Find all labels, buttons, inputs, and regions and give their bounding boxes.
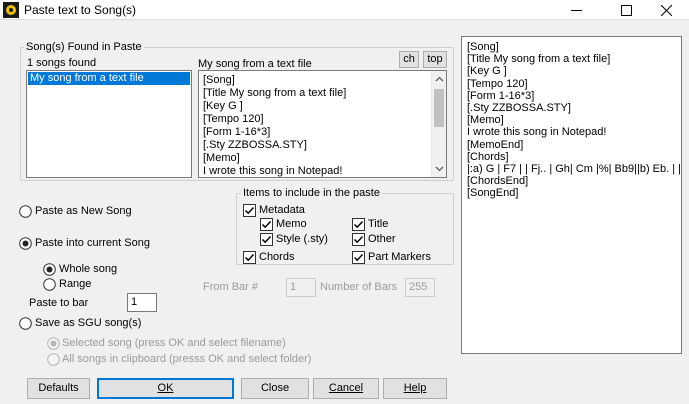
- help-button[interactable]: Help: [383, 378, 447, 399]
- defaults-button[interactable]: Defaults: [27, 378, 90, 399]
- text-line: [.Sty ZZBOSSA.STY]: [203, 139, 307, 151]
- maximize-button[interactable]: [604, 0, 649, 20]
- text-line: I wrote this song in Notepad!: [203, 165, 343, 177]
- text-line: [Tempo 120]: [467, 77, 528, 90]
- all-songs-label[interactable]: All songs in clipboard (presss OK and se…: [62, 353, 311, 366]
- text-line: [Key G ]: [203, 100, 243, 112]
- paste-new-song-label[interactable]: Paste as New Song: [35, 205, 132, 218]
- style-label[interactable]: Style (.sty): [276, 233, 328, 246]
- minimize-icon: [571, 10, 582, 11]
- all-songs-radio[interactable]: [47, 353, 60, 366]
- maximize-icon: [621, 5, 632, 16]
- preview-lines: [Song] [Title My song from a text file] [K…: [203, 74, 347, 177]
- range-radio[interactable]: [43, 278, 56, 291]
- songs-found-group-label: Song(s) Found in Paste: [24, 41, 144, 53]
- text-line: [ChordsEnd]: [467, 175, 529, 188]
- scroll-up-icon: [435, 76, 444, 82]
- text-line: [Title My song from a text file]: [203, 87, 347, 99]
- scroll-down-icon: [435, 166, 444, 172]
- save-sgu-label[interactable]: Save as SGU song(s): [35, 317, 141, 330]
- text-line: [Song]: [467, 41, 499, 53]
- preview-scrollbar[interactable]: [431, 71, 446, 177]
- text-line: [Form 1-16*3]: [203, 126, 271, 138]
- text-line: [Title My song from a text file]: [467, 53, 611, 66]
- text-line: [Key G ]: [467, 65, 507, 78]
- text-line: I wrote this song in Notepad!: [467, 126, 607, 139]
- selected-song-label[interactable]: Selected song (press OK and select filen…: [62, 337, 286, 350]
- app-icon: [3, 2, 19, 18]
- cancel-button[interactable]: Cancel: [313, 378, 379, 399]
- paste-current-song-radio[interactable]: [19, 237, 32, 250]
- text-line: [Memo]: [467, 114, 504, 127]
- paste-current-song-label[interactable]: Paste into current Song: [35, 237, 150, 250]
- whole-song-radio[interactable]: [43, 263, 56, 276]
- paste-to-bar-input[interactable]: 1: [127, 293, 157, 312]
- text-line: [Memo]: [203, 152, 240, 164]
- close-window-button[interactable]: [644, 0, 689, 20]
- range-label[interactable]: Range: [59, 278, 91, 291]
- full-paste-lines: [Song] [Title My song from a text file] [K…: [467, 41, 681, 200]
- preview-title: My song from a text file: [198, 58, 312, 70]
- metadata-checkbox[interactable]: [243, 204, 256, 217]
- number-of-bars-input[interactable]: 255: [405, 278, 435, 297]
- save-sgu-radio[interactable]: [19, 317, 32, 330]
- text-line: [.Sty ZZBOSSA.STY]: [467, 102, 571, 115]
- chords-checkbox[interactable]: [243, 251, 256, 264]
- other-label[interactable]: Other: [368, 233, 396, 246]
- song-preview-textbox[interactable]: [Song] [Title My song from a text file] [K…: [198, 70, 447, 178]
- text-line: [Chords]: [467, 150, 509, 163]
- top-button[interactable]: top: [423, 51, 447, 68]
- window-title: Paste text to Song(s): [24, 3, 137, 17]
- selected-song-radio[interactable]: [47, 337, 60, 350]
- text-line: |:a) G | F7 | | Fj.. | Gh| Cm |%| Bb9||b…: [467, 163, 682, 176]
- whole-song-label[interactable]: Whole song: [59, 263, 117, 276]
- ok-button-label: OK: [157, 382, 174, 394]
- close-icon: [661, 5, 672, 16]
- from-bar-input[interactable]: 1: [286, 278, 316, 297]
- full-paste-textbox[interactable]: [Song] [Title My song from a text file] [K…: [461, 36, 682, 354]
- chords-label[interactable]: Chords: [259, 251, 294, 264]
- part-markers-label[interactable]: Part Markers: [368, 251, 431, 264]
- memo-checkbox[interactable]: [260, 218, 273, 231]
- from-bar-label: From Bar #: [203, 281, 259, 293]
- minimize-button[interactable]: [554, 0, 599, 20]
- metadata-label[interactable]: Metadata: [259, 204, 305, 217]
- style-checkbox[interactable]: [260, 233, 273, 246]
- list-item[interactable]: My song from a text file: [28, 72, 190, 85]
- cancel-button-label: Cancel: [328, 382, 364, 394]
- text-line: [MemoEnd]: [467, 138, 524, 151]
- close-button[interactable]: Close: [241, 378, 309, 399]
- scroll-thumb[interactable]: [434, 89, 444, 127]
- memo-label[interactable]: Memo: [276, 218, 307, 231]
- text-line: [Song]: [203, 74, 235, 86]
- paste-new-song-radio[interactable]: [19, 205, 32, 218]
- ch-button[interactable]: ch: [399, 51, 419, 68]
- items-include-group-label: Items to include in the paste: [241, 187, 382, 199]
- title-label[interactable]: Title: [368, 218, 388, 231]
- help-button-label: Help: [403, 382, 427, 394]
- title-checkbox[interactable]: [352, 218, 365, 231]
- other-checkbox[interactable]: [352, 233, 365, 246]
- songs-listbox[interactable]: My song from a text file: [26, 70, 192, 178]
- text-line: [SongEnd]: [467, 187, 519, 200]
- part-markers-checkbox[interactable]: [352, 251, 365, 264]
- songs-found-count: 1 songs found: [27, 57, 97, 69]
- ok-button[interactable]: OK: [97, 378, 234, 399]
- text-line: [Tempo 120]: [203, 113, 264, 125]
- text-line: [Form 1-16*3]: [467, 89, 535, 102]
- title-bar: Paste text to Song(s): [0, 0, 689, 20]
- number-of-bars-label: Number of Bars: [320, 281, 398, 293]
- paste-to-bar-label: Paste to bar: [29, 297, 89, 309]
